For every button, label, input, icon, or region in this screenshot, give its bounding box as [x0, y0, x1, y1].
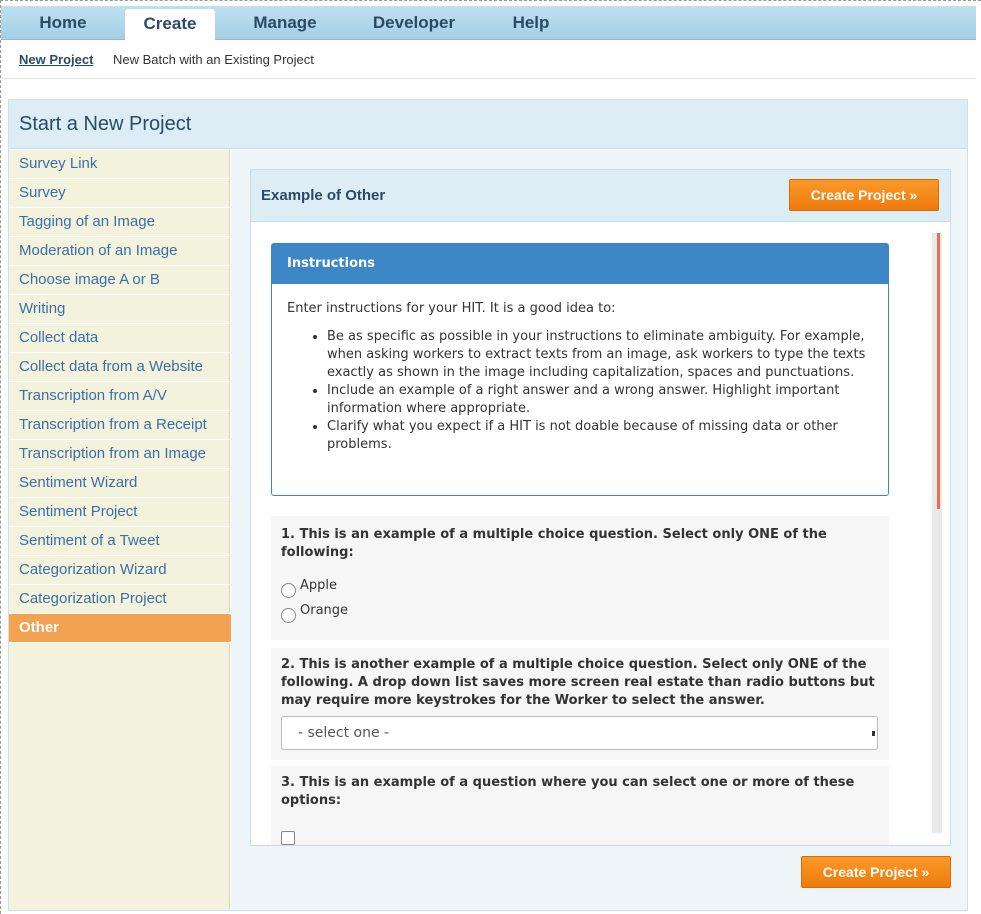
- instructions-body: Enter instructions for your HIT. It is a…: [287, 300, 877, 454]
- panel-title: Example of Other: [261, 187, 386, 204]
- sidebar-item-sentiment-tweet[interactable]: Sentiment of a Tweet: [9, 527, 230, 556]
- question-2-text: 2. This is another example of a multiple…: [281, 657, 875, 708]
- page-header: Start a New Project: [9, 100, 967, 149]
- instructions-heading: Instructions: [272, 244, 888, 284]
- sidebar-item-categorization-project[interactable]: Categorization Project: [9, 585, 230, 614]
- question-1: 1. This is an example of a multiple choi…: [271, 516, 889, 640]
- tab-manage[interactable]: Manage: [237, 6, 333, 40]
- radio-button[interactable]: [281, 608, 296, 623]
- tab-home[interactable]: Home: [23, 6, 103, 40]
- instructions-bullet: Be as specific as possible in your instr…: [327, 328, 877, 382]
- instructions-bullet: Include an example of a right answer and…: [327, 382, 877, 418]
- question-2: 2. This is another example of a multiple…: [271, 648, 889, 760]
- sidebar-item-writing[interactable]: Writing: [9, 295, 230, 324]
- sidebar-item-transcription-av[interactable]: Transcription from A/V: [9, 382, 230, 411]
- sidebar-item-label: Other: [19, 619, 60, 636]
- tab-help[interactable]: Help: [495, 6, 567, 40]
- content-area: Example of Other Create Project » Instru…: [231, 150, 967, 910]
- preview-scroll-area[interactable]: Instructions Enter instructions for your…: [251, 223, 950, 845]
- sidebar-item-tagging-image[interactable]: Tagging of an Image: [9, 208, 230, 237]
- main-container: Start a New Project Survey Link Survey T…: [8, 99, 968, 911]
- sidebar-item-categorization-wizard[interactable]: Categorization Wizard: [9, 556, 230, 585]
- option-label: Orange: [300, 603, 349, 618]
- instructions-intro: Enter instructions for your HIT. It is a…: [287, 301, 616, 316]
- tab-create[interactable]: Create: [125, 9, 215, 41]
- tab-developer[interactable]: Developer: [357, 6, 471, 40]
- question-3-text: 3. This is an example of a question wher…: [281, 775, 855, 808]
- create-project-button-top[interactable]: Create Project »: [789, 179, 939, 211]
- instructions-list: Be as specific as possible in your instr…: [327, 328, 877, 454]
- sidebar-item-other[interactable]: Other: [9, 614, 239, 643]
- panel-header: Example of Other Create Project »: [251, 170, 950, 222]
- question-1-text: 1. This is an example of a multiple choi…: [281, 527, 827, 560]
- example-panel: Example of Other Create Project » Instru…: [250, 169, 951, 846]
- scrollbar-thumb[interactable]: [937, 233, 940, 509]
- sidebar-item-sentiment-wizard[interactable]: Sentiment Wizard: [9, 469, 230, 498]
- instructions-bullet: Clarify what you expect if a HIT is not …: [327, 418, 877, 454]
- instructions-box: Instructions Enter instructions for your…: [271, 243, 889, 496]
- sidebar-item-survey[interactable]: Survey: [9, 179, 230, 208]
- sub-nav: New Project New Batch with an Existing P…: [1, 41, 976, 79]
- chevron-down-icon: [872, 731, 875, 736]
- sidebar-item-choose-image[interactable]: Choose image A or B: [9, 266, 230, 295]
- top-nav: Home Create Manage Developer Help: [1, 6, 976, 41]
- select-value: - select one -: [298, 725, 390, 741]
- scrollbar[interactable]: [932, 233, 942, 833]
- question-3: 3. This is an example of a question wher…: [271, 766, 889, 845]
- sidebar-item-moderation-image[interactable]: Moderation of an Image: [9, 237, 230, 266]
- subnav-new-project[interactable]: New Project: [19, 52, 93, 67]
- sidebar-item-collect-data[interactable]: Collect data: [9, 324, 230, 353]
- option-label: Apple: [300, 578, 338, 593]
- create-project-button-bottom[interactable]: Create Project »: [801, 856, 951, 888]
- sidebar-item-sentiment-project[interactable]: Sentiment Project: [9, 498, 230, 527]
- checkbox[interactable]: [281, 831, 295, 845]
- page-title: Start a New Project: [19, 113, 192, 135]
- answer-select[interactable]: - select one -: [281, 716, 878, 750]
- sidebar: Survey Link Survey Tagging of an Image M…: [9, 150, 239, 910]
- sidebar-item-transcription-receipt[interactable]: Transcription from a Receipt: [9, 411, 230, 440]
- sidebar-item-survey-link[interactable]: Survey Link: [9, 150, 230, 179]
- sidebar-item-collect-website[interactable]: Collect data from a Website: [9, 353, 230, 382]
- radio-button[interactable]: [281, 583, 296, 598]
- sidebar-item-transcription-image[interactable]: Transcription from an Image: [9, 440, 230, 469]
- subnav-new-batch[interactable]: New Batch with an Existing Project: [113, 52, 314, 67]
